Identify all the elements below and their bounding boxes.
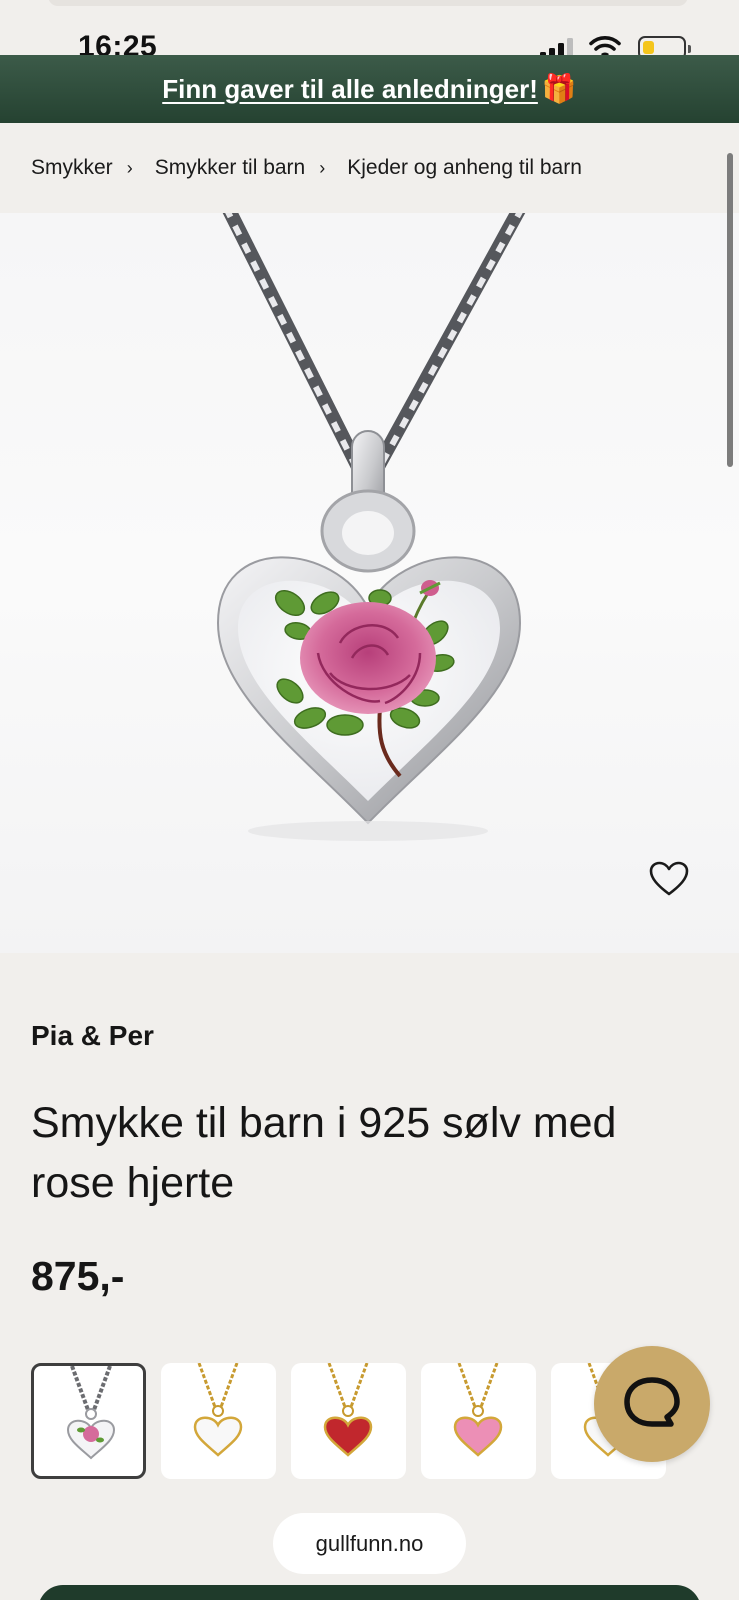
- promo-link[interactable]: Finn gaver til alle anledninger!: [162, 74, 538, 105]
- chevron-right-icon: ›: [126, 157, 133, 178]
- heart-outline-icon: [649, 861, 689, 896]
- status-bar: 16:25: [0, 0, 739, 63]
- browser-url[interactable]: gullfunn.no: [273, 1513, 466, 1574]
- chat-button[interactable]: [594, 1346, 710, 1462]
- product-brand[interactable]: Pia & Per: [31, 1020, 154, 1052]
- gift-icon: 🎁: [541, 73, 577, 104]
- breadcrumb-item-kjeder[interactable]: Kjeder og anheng til barn: [347, 156, 582, 180]
- wishlist-button[interactable]: [649, 861, 703, 915]
- product-title: Smykke til barn i 925 sølv med rose hjer…: [31, 1099, 617, 1207]
- product-image[interactable]: [0, 213, 739, 953]
- chat-bubble-icon: [624, 1377, 680, 1427]
- variant-thumbnail-gold-pink[interactable]: [421, 1363, 536, 1479]
- variant-thumbnail-silver-rose[interactable]: [31, 1363, 146, 1479]
- breadcrumb-item-smykker[interactable]: Smykker: [31, 156, 113, 180]
- scrollbar[interactable]: [727, 153, 733, 467]
- promo-banner[interactable]: Finn gaver til alle anledninger! 🎁: [0, 55, 739, 123]
- variant-thumbnail-gold-white[interactable]: [161, 1363, 276, 1479]
- necklace-illustration: [216, 213, 526, 841]
- bottom-action-bar[interactable]: [38, 1585, 701, 1600]
- breadcrumb: Smykker › Smykker til barn › Kjeder og a…: [0, 123, 739, 213]
- chevron-right-icon: ›: [319, 157, 326, 178]
- breadcrumb-item-smykker-til-barn[interactable]: Smykker til barn: [155, 156, 306, 180]
- product-price: 875,-: [31, 1253, 125, 1299]
- variant-thumbnail-gold-red[interactable]: [291, 1363, 406, 1479]
